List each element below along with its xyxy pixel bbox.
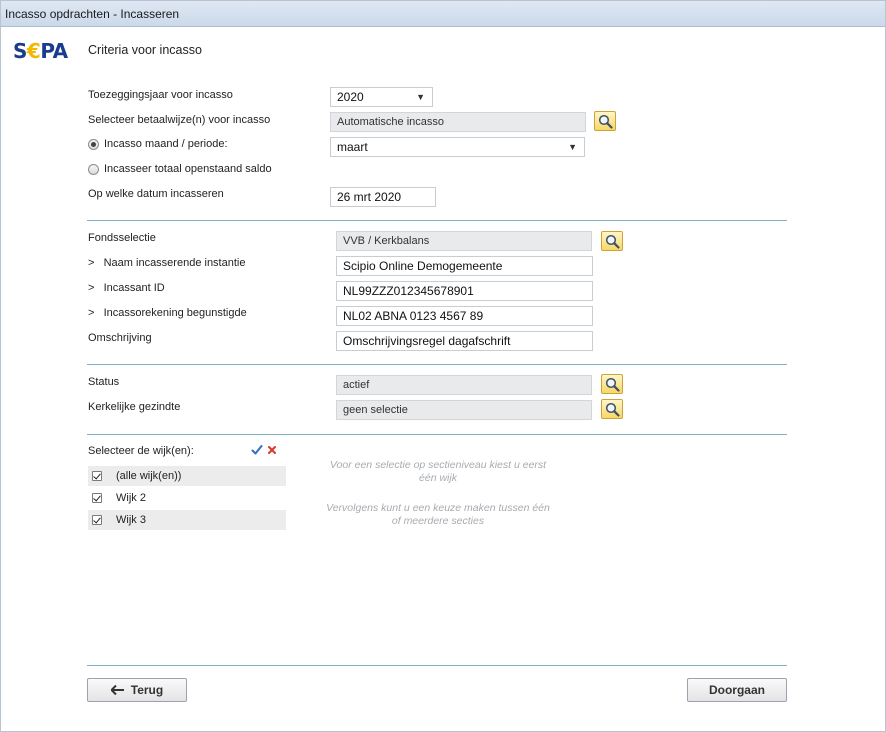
month-select[interactable]: maart ▼	[330, 137, 585, 157]
chevron-right-icon: >	[88, 307, 95, 319]
hint-text-1: Voor een selectie op sectieniveau kiest …	[329, 459, 547, 484]
radio-total-label: Incasseer totaal openstaand saldo	[104, 163, 272, 175]
status-lookup-button[interactable]	[601, 374, 623, 394]
year-value: 2020	[337, 90, 364, 104]
status-label: Status	[88, 376, 120, 388]
paymethod-lookup-button[interactable]	[594, 111, 616, 131]
magnifier-icon	[598, 114, 613, 129]
id-label: Incassant ID	[103, 282, 165, 294]
back-button-label: Terug	[130, 683, 164, 697]
checkbox[interactable]	[92, 493, 102, 503]
wijk-item-label: (alle wijk(en))	[116, 470, 182, 482]
back-button[interactable]: Terug	[87, 678, 187, 702]
arrow-left-icon	[109, 684, 124, 696]
status-field: actief	[336, 375, 592, 395]
divider	[87, 220, 787, 221]
name-input[interactable]: Scipio Online Demogemeente	[336, 256, 593, 276]
date-label: Op welke datum incasseren	[88, 188, 224, 200]
radio-total[interactable]	[88, 164, 99, 175]
magnifier-icon	[605, 234, 620, 249]
magnifier-icon	[605, 377, 620, 392]
fund-label: Fondsselectie	[88, 232, 156, 244]
sepa-logo: S€PA	[13, 39, 68, 63]
month-value: maart	[337, 140, 368, 154]
magnifier-icon	[605, 402, 620, 417]
select-all-check-icon[interactable]	[251, 444, 263, 456]
checkbox[interactable]	[92, 515, 102, 525]
wijk-row-all[interactable]: (alle wijk(en))	[88, 466, 286, 486]
desc-input[interactable]: Omschrijvingsregel dagafschrift	[336, 331, 593, 351]
year-label: Toezeggingsjaar voor incasso	[88, 89, 233, 101]
fund-lookup-button[interactable]	[601, 231, 623, 251]
divider	[87, 364, 787, 365]
date-input[interactable]: 26 mrt 2020	[330, 187, 436, 207]
page-title: Criteria voor incasso	[88, 43, 202, 57]
wijk-item-label: Wijk 2	[116, 492, 146, 504]
name-label: Naam incasserende instantie	[103, 257, 246, 269]
chevron-down-icon: ▼	[568, 142, 577, 152]
chevron-down-icon: ▼	[416, 92, 425, 102]
church-lookup-button[interactable]	[601, 399, 623, 419]
wijk-item-label: Wijk 3	[116, 514, 146, 526]
wijk-label: Selecteer de wijk(en):	[88, 445, 194, 457]
app-window: Incasso opdrachten - Incasseren S€PA Cri…	[0, 0, 886, 732]
radio-month-label: Incasso maand / periode:	[104, 138, 228, 150]
logo-euro: €	[26, 39, 41, 63]
logo-text-pa: PA	[40, 39, 68, 63]
church-field: geen selectie	[336, 400, 592, 420]
chevron-right-icon: >	[88, 257, 95, 269]
desc-label: Omschrijving	[88, 332, 152, 344]
fund-field: VVB / Kerkbalans	[336, 231, 592, 251]
id-input[interactable]: NL99ZZZ012345678901	[336, 281, 593, 301]
next-button[interactable]: Doorgaan	[687, 678, 787, 702]
account-input[interactable]: NL02 ABNA 0123 4567 89	[336, 306, 593, 326]
deselect-all-cross-icon[interactable]	[267, 445, 277, 455]
id-label-row: > Incassant ID	[88, 282, 165, 294]
radio-month[interactable]	[88, 139, 99, 150]
hint-text-2: Vervolgens kunt u een keuze maken tussen…	[326, 502, 550, 527]
account-label: Incassorekening begunstigde	[103, 307, 247, 319]
divider	[87, 665, 787, 666]
name-label-row: > Naam incasserende instantie	[88, 257, 245, 269]
year-select[interactable]: 2020 ▼	[330, 87, 433, 107]
paymethod-field: Automatische incasso	[330, 112, 586, 132]
chevron-right-icon: >	[88, 282, 95, 294]
logo-text-s: S	[13, 39, 27, 63]
wijk-row-2[interactable]: Wijk 2	[88, 488, 286, 508]
account-label-row: > Incassorekening begunstigde	[88, 307, 247, 319]
paymethod-label: Selecteer betaalwijze(n) voor incasso	[88, 114, 271, 126]
checkbox[interactable]	[92, 471, 102, 481]
wijk-row-3[interactable]: Wijk 3	[88, 510, 286, 530]
window-titlebar: Incasso opdrachten - Incasseren	[1, 1, 885, 27]
church-label: Kerkelijke gezindte	[88, 401, 181, 413]
divider	[87, 434, 787, 435]
